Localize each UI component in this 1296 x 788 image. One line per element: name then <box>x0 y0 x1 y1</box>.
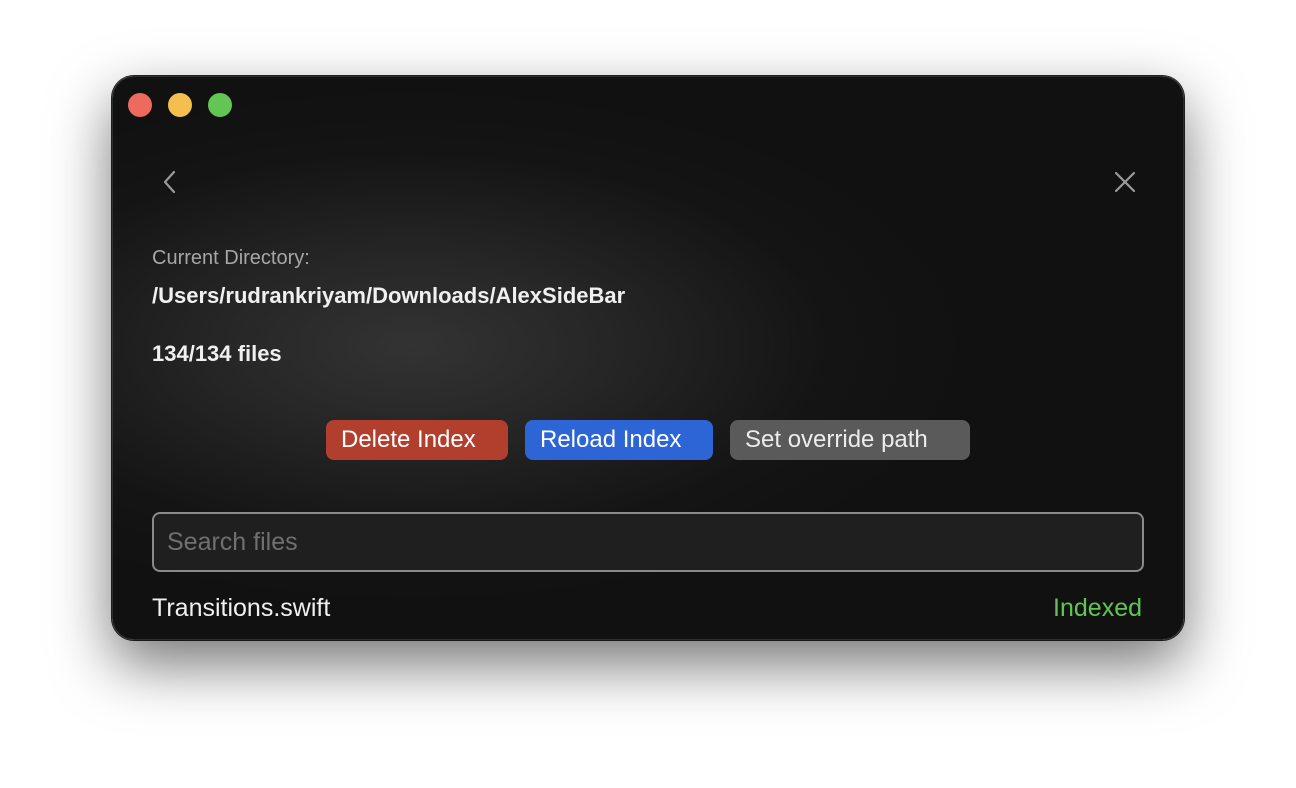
app-window: Current Directory: /Users/rudrankriyam/D… <box>112 76 1184 640</box>
close-icon <box>1114 171 1136 193</box>
search-input[interactable] <box>152 512 1144 572</box>
current-directory-label: Current Directory: <box>152 247 310 269</box>
window-close-button[interactable] <box>128 93 152 117</box>
set-override-path-button[interactable]: Set override path <box>730 420 970 460</box>
window-zoom-button[interactable] <box>208 93 232 117</box>
file-status-badge: Indexed <box>1053 593 1142 622</box>
window-minimize-button[interactable] <box>168 93 192 117</box>
current-directory-path: /Users/rudrankriyam/Downloads/AlexSideBa… <box>152 283 626 308</box>
delete-index-button[interactable]: Delete Index <box>326 420 508 460</box>
chevron-left-icon <box>163 170 176 194</box>
back-button[interactable] <box>156 168 184 196</box>
close-panel-button[interactable] <box>1111 168 1139 196</box>
file-list-item[interactable]: Transitions.swift Indexed <box>152 590 1142 626</box>
file-name: Transitions.swift <box>152 593 331 622</box>
file-count: 134/134 files <box>152 341 282 366</box>
index-actions: Delete Index Reload Index Set override p… <box>112 420 1184 460</box>
reload-index-button[interactable]: Reload Index <box>525 420 713 460</box>
